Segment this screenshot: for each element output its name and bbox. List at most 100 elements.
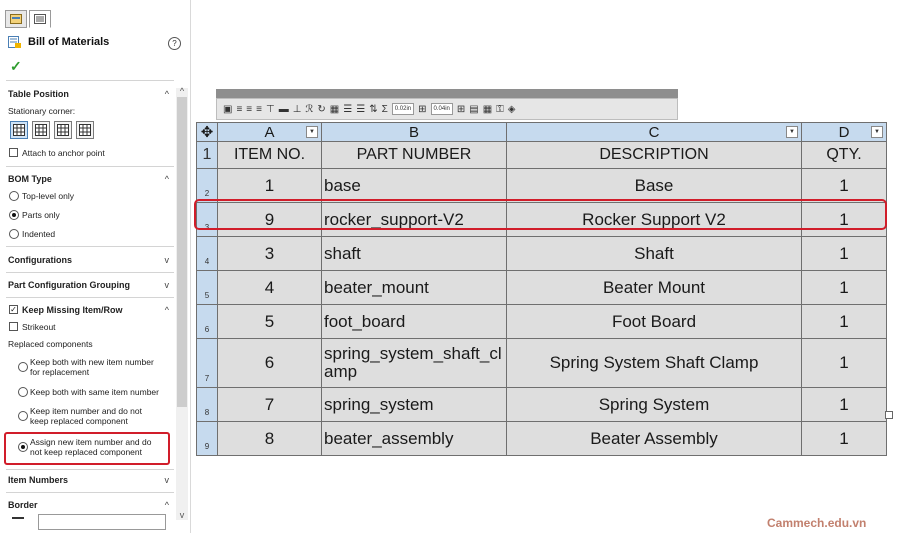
corner-bottom-left-button[interactable]	[54, 121, 72, 139]
section-table-position[interactable]: Table Position ^	[8, 89, 173, 99]
radio-assign-new-number[interactable]	[18, 442, 28, 452]
description-cell[interactable]: Spring System Shaft Clamp	[506, 338, 802, 388]
part-number-cell[interactable]: shaft	[321, 236, 507, 271]
radio-keep-number-not-keep[interactable]	[18, 411, 28, 421]
align-right-icon[interactable]: ≡	[256, 104, 262, 115]
radio-indented[interactable]	[9, 229, 19, 239]
symbol-icon[interactable]: ℛ	[305, 104, 313, 115]
table-move-handle-icon[interactable]: ✥	[196, 122, 218, 142]
section-part-config-grouping[interactable]: Part Configuration Grouping v	[8, 280, 173, 290]
part-number-cell[interactable]: spring_system_shaft_clamp	[321, 338, 507, 388]
qty-cell[interactable]: 1	[801, 236, 887, 271]
item-no-cell[interactable]: 4	[217, 270, 322, 305]
row-number[interactable]: 5	[196, 270, 218, 305]
scroll-up-arrow-icon[interactable]: ^	[176, 86, 188, 96]
table-template-icon[interactable]: ▣	[223, 104, 232, 115]
grid-icon[interactable]: ▦	[330, 104, 339, 115]
description-cell[interactable]: Beater Mount	[506, 270, 802, 305]
border-all-icon[interactable]: ⊞	[457, 104, 465, 115]
section-item-numbers[interactable]: Item Numbers v	[8, 475, 173, 485]
qty-cell[interactable]: 1	[801, 304, 887, 339]
section-configurations[interactable]: Configurations v	[8, 255, 173, 265]
part-number-cell[interactable]: base	[321, 168, 507, 203]
row-number[interactable]: 7	[196, 338, 218, 388]
qty-cell[interactable]: 1	[801, 270, 887, 305]
tab-feature-manager[interactable]	[5, 10, 27, 28]
description-cell[interactable]: Beater Assembly	[506, 421, 802, 456]
radio-top-level-only[interactable]	[9, 191, 19, 201]
section-bom-type[interactable]: BOM Type ^	[8, 174, 173, 184]
align-center-icon[interactable]: ≡	[246, 104, 252, 115]
refresh-icon[interactable]: ↻	[317, 104, 325, 115]
keep-missing-checkbox[interactable]: ✓	[9, 305, 18, 314]
lock-icon[interactable]: ⚿	[496, 104, 504, 115]
chevron-down-icon[interactable]: ▼	[871, 126, 883, 138]
item-no-cell[interactable]: 6	[217, 338, 322, 388]
chevron-down-icon[interactable]: ▼	[306, 126, 318, 138]
corner-bottom-right-button[interactable]	[76, 121, 94, 139]
row-number[interactable]: 1	[196, 141, 218, 169]
row-number[interactable]: 2	[196, 168, 218, 203]
part-number-cell[interactable]: beater_mount	[321, 270, 507, 305]
part-number-cell[interactable]: spring_system	[321, 387, 507, 422]
border-width-field-1[interactable]: 0.02in	[391, 103, 415, 115]
radio-keep-both-same-number[interactable]	[18, 387, 28, 397]
sort-icon[interactable]: ⇅	[369, 104, 377, 115]
section-border[interactable]: Border ^	[8, 500, 173, 510]
header-cell[interactable]: DESCRIPTION	[506, 141, 802, 169]
row-number[interactable]: 4	[196, 236, 218, 271]
item-no-cell[interactable]: 3	[217, 236, 322, 271]
description-cell[interactable]: Foot Board	[506, 304, 802, 339]
row-number[interactable]: 9	[196, 421, 218, 456]
section-keep-missing[interactable]: Keep Missing Item/Row ^	[22, 305, 173, 315]
border-dropdown[interactable]	[38, 514, 166, 530]
corner-top-left-button[interactable]	[10, 121, 28, 139]
column-header-c[interactable]: C ▼	[506, 122, 802, 142]
table-resize-handle[interactable]	[885, 411, 893, 419]
strikeout-checkbox[interactable]	[9, 322, 18, 331]
description-cell[interactable]: Spring System	[506, 387, 802, 422]
header-cell[interactable]: PART NUMBER	[321, 141, 507, 169]
header-cell[interactable]: ITEM NO.	[217, 141, 322, 169]
align-top-icon[interactable]: ⊤	[266, 104, 275, 115]
radio-parts-only[interactable]	[9, 210, 19, 220]
table-icon[interactable]: ▦	[483, 104, 492, 115]
item-no-cell[interactable]: 8	[217, 421, 322, 456]
layer-icon[interactable]: ◈	[508, 104, 516, 115]
item-no-cell[interactable]: 5	[217, 304, 322, 339]
column-header-d[interactable]: D ▼	[801, 122, 887, 142]
header-cell[interactable]: QTY.	[801, 141, 887, 169]
description-cell[interactable]: Base	[506, 168, 802, 203]
qty-cell[interactable]: 1	[801, 421, 887, 456]
border-width-field-2[interactable]: 0.04in	[430, 103, 453, 115]
header-bottom-icon[interactable]: ☰	[356, 104, 365, 115]
sum-icon[interactable]: Σ	[382, 104, 388, 115]
ok-checkmark-icon[interactable]: ✓	[10, 58, 22, 75]
table-toolbar-titlebar[interactable]	[216, 89, 678, 98]
radio-keep-both-new-number[interactable]	[18, 362, 28, 372]
part-number-cell[interactable]: beater_assembly	[321, 421, 507, 456]
row-number[interactable]: 8	[196, 387, 218, 422]
qty-cell[interactable]: 1	[801, 387, 887, 422]
chevron-down-icon[interactable]: ▼	[786, 126, 798, 138]
row-number[interactable]: 6	[196, 304, 218, 339]
qty-cell[interactable]: 1	[801, 338, 887, 388]
part-number-cell[interactable]: foot_board	[321, 304, 507, 339]
help-icon[interactable]: ?	[168, 37, 181, 50]
column-header-a[interactable]: A ▼	[217, 122, 322, 142]
column-header-b[interactable]: B	[321, 122, 507, 142]
header-top-icon[interactable]: ☰	[343, 104, 352, 115]
tab-property-manager[interactable]	[29, 10, 51, 28]
attach-anchor-checkbox[interactable]	[9, 148, 18, 157]
align-middle-icon[interactable]: ▬	[279, 104, 289, 115]
panel-scrollbar-thumb[interactable]	[177, 97, 187, 407]
corner-top-right-button[interactable]	[32, 121, 50, 139]
item-no-cell[interactable]: 1	[217, 168, 322, 203]
item-no-cell[interactable]: 7	[217, 387, 322, 422]
align-bottom-icon[interactable]: ⊥	[293, 104, 302, 115]
align-left-icon[interactable]: ≡	[236, 104, 242, 115]
scroll-down-arrow-icon[interactable]: v	[176, 510, 188, 520]
border-style-icon[interactable]: ⊞	[418, 104, 426, 115]
merge-cells-icon[interactable]: ▤	[469, 104, 478, 115]
qty-cell[interactable]: 1	[801, 168, 887, 203]
